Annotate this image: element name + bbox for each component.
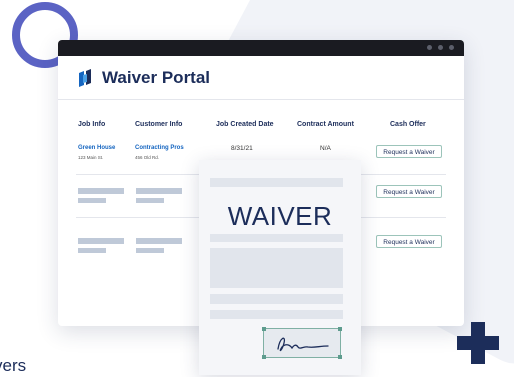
resize-handle[interactable] (262, 355, 266, 359)
document-text-block (210, 248, 343, 288)
job-name-link[interactable]: Green House (78, 145, 115, 151)
job-address: 123 Main St. (78, 155, 104, 160)
window-dot-3[interactable] (449, 45, 454, 50)
window-titlebar (58, 40, 464, 56)
signature-box[interactable] (262, 327, 342, 359)
document-line (210, 294, 343, 304)
column-header-job-info: Job Info (78, 121, 106, 128)
window-controls (427, 45, 454, 50)
job-created-date: 8/31/21 (231, 145, 253, 152)
window-dot-1[interactable] (427, 45, 432, 50)
resize-handle[interactable] (338, 327, 342, 331)
logo-icon (79, 68, 91, 87)
placeholder-bar (136, 238, 182, 244)
column-header-job-created-date: Job Created Date (216, 121, 274, 128)
app-header: Waiver Portal (58, 56, 464, 100)
placeholder-bar (136, 248, 164, 253)
customer-address: 456 Old Rd. (135, 155, 160, 160)
placeholder-bar (78, 238, 124, 244)
window-dot-2[interactable] (438, 45, 443, 50)
resize-handle[interactable] (338, 355, 342, 359)
request-waiver-button[interactable]: Request a Waiver (376, 185, 442, 198)
plus-icon (457, 322, 499, 364)
placeholder-bar (78, 198, 106, 203)
placeholder-bar (78, 248, 106, 253)
app-title: Waiver Portal (102, 67, 211, 87)
footer-text: vers (0, 356, 27, 375)
placeholder-bar (136, 198, 164, 203)
document-title: WAIVER (227, 201, 333, 231)
column-header-cash-offer: Cash Offer (390, 121, 426, 128)
document-line (210, 234, 343, 242)
column-header-customer-info: Customer Info (135, 121, 183, 128)
customer-name-link[interactable]: Contracting Pros (135, 145, 184, 151)
waiver-document: WAIVER (199, 160, 361, 375)
document-line (210, 310, 343, 319)
contract-amount: N/A (320, 145, 331, 152)
resize-handle[interactable] (262, 327, 266, 331)
signature-icon (277, 337, 329, 352)
request-waiver-button[interactable]: Request a Waiver (376, 235, 442, 248)
document-line (210, 178, 343, 187)
placeholder-bar (136, 188, 182, 194)
placeholder-bar (78, 188, 124, 194)
request-waiver-button[interactable]: Request a Waiver (376, 145, 442, 158)
column-header-contract-amount: Contract Amount (297, 121, 354, 128)
